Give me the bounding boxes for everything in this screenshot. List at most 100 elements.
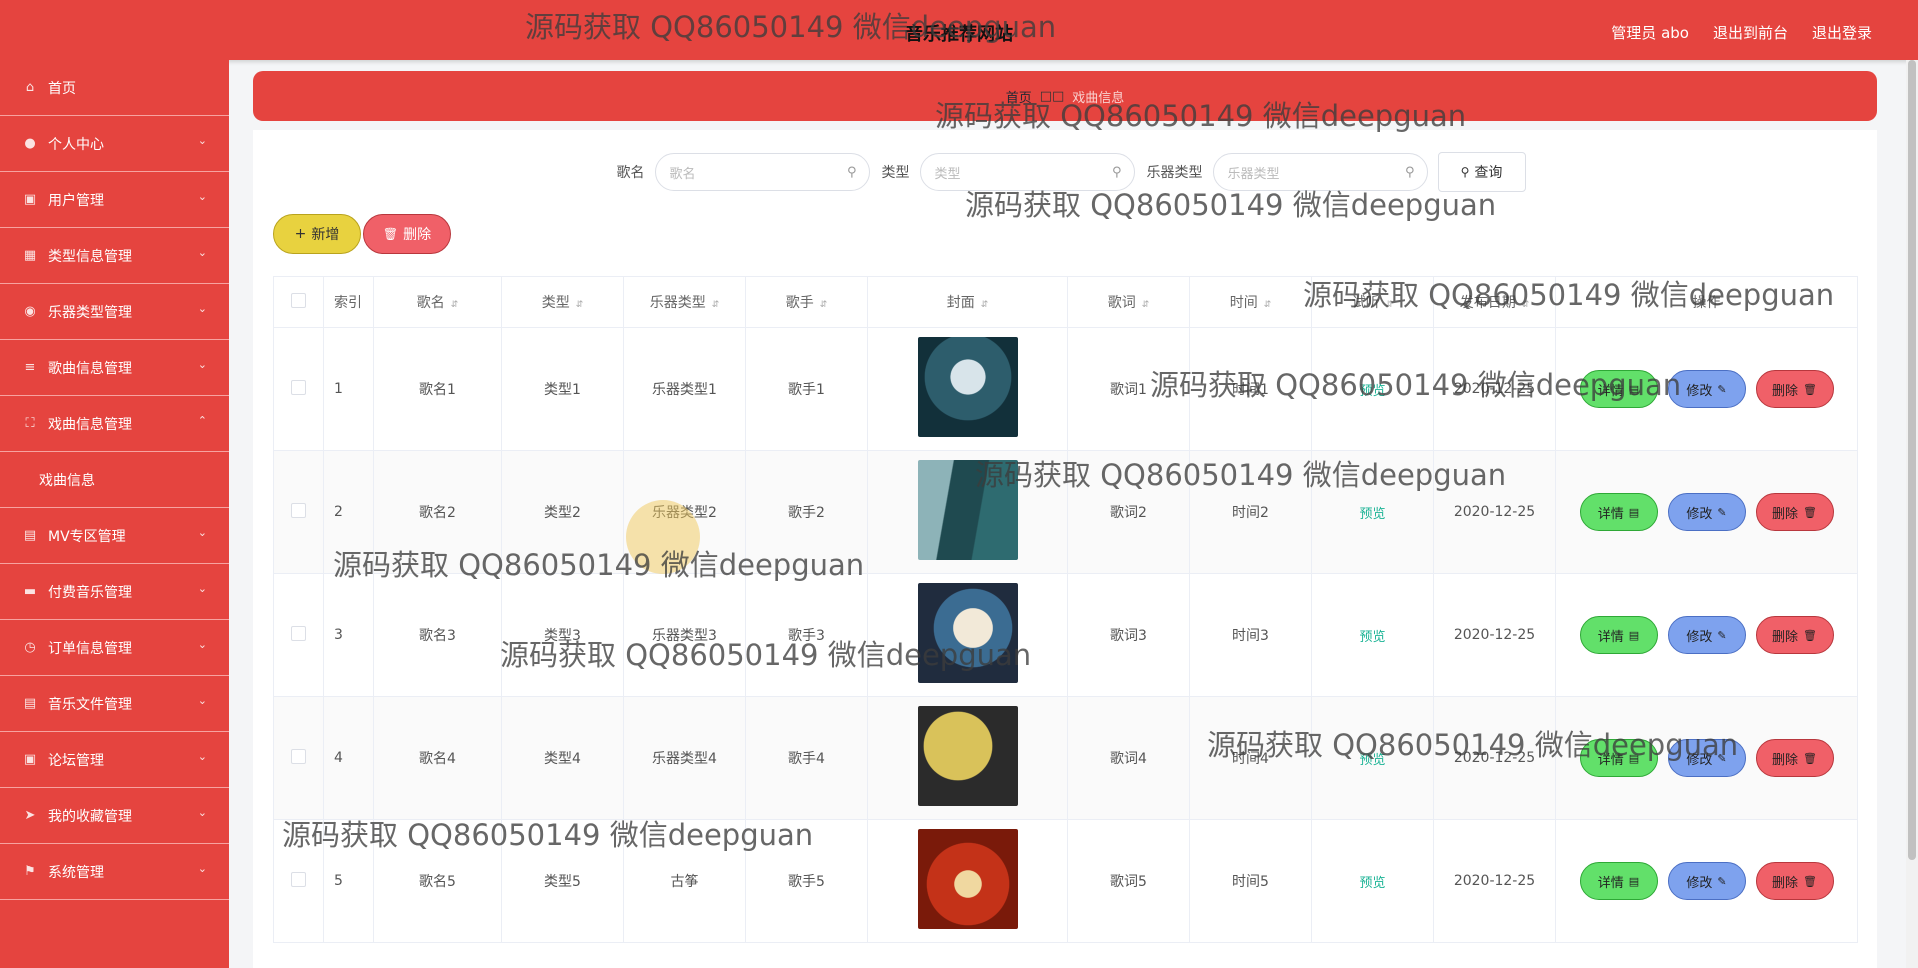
table-row: 4 歌名4 类型4 乐器类型4 歌手4 歌词4 时间4 预览 2020-12-25 详情 ▤ 修改 ✎ 删… [273, 696, 1858, 820]
edit-button[interactable]: 修改 ✎ [1667, 616, 1746, 654]
sidebar-item-4[interactable]: ◉ 乐器类型管理 ⌄ [0, 284, 229, 340]
preview-link[interactable]: 预览 [1359, 876, 1385, 891]
column-header[interactable]: 封面 ⇵ [867, 276, 1068, 328]
sidebar-item-label: MV专区管理 [48, 528, 126, 545]
sort-icon[interactable]: ⇵ [1264, 300, 1272, 310]
chevron-down-icon: ⌄ [197, 302, 207, 315]
batch-delete-button[interactable]: 🗑 删除 [363, 214, 451, 254]
sidebar-subitem-opera-info[interactable]: 戏曲信息 [0, 452, 229, 508]
column-header[interactable]: 歌词 ⇵ [1067, 276, 1190, 328]
select-all-checkbox[interactable] [273, 276, 324, 328]
column-header: 索引 [323, 276, 374, 328]
cursor-highlight [626, 500, 700, 574]
sort-icon[interactable]: ⇵ [981, 300, 989, 310]
sort-icon[interactable]: ⇵ [576, 300, 584, 310]
column-header[interactable]: 时间 ⇵ [1189, 276, 1312, 328]
delete-button[interactable]: 删除 🗑 [1755, 370, 1834, 408]
cover-image[interactable] [917, 706, 1018, 806]
cover-image[interactable] [917, 337, 1018, 437]
logout-link[interactable]: 退出登录 [1812, 22, 1872, 43]
row-checkbox[interactable] [273, 450, 324, 574]
query-button[interactable]: ⚲ 查询 [1437, 152, 1526, 192]
instrument-type-input[interactable]: 乐器类型 ⚲ [1212, 153, 1428, 191]
edit-button[interactable]: 修改 ✎ [1667, 370, 1746, 408]
sidebar-item-0[interactable]: ⌂ 首页 [0, 60, 229, 116]
row-checkbox[interactable] [273, 573, 324, 697]
chevron-down-icon: ⌄ [197, 694, 207, 707]
add-button[interactable]: + 新增 [273, 214, 361, 254]
preview-link[interactable]: 预览 [1359, 507, 1385, 522]
sort-icon[interactable]: ⇵ [1522, 300, 1530, 310]
sidebar-item-8[interactable]: ▬ 付费音乐管理 ⌄ [0, 564, 229, 620]
edit-button[interactable]: 修改 ✎ [1667, 493, 1746, 531]
sidebar-item-6[interactable]: ⛶ 戏曲信息管理 ⌃ [0, 396, 229, 452]
preview-link[interactable]: 预览 [1359, 630, 1385, 645]
cell-date: 2020-12-25 [1433, 696, 1556, 820]
page-scrollbar[interactable] [1906, 60, 1918, 968]
sidebar-item-12[interactable]: ➤ 我的收藏管理 ⌄ [0, 788, 229, 844]
chart-icon: ▦ [23, 247, 37, 263]
song-name-input[interactable]: 歌名 ⚲ [654, 153, 870, 191]
chevron-down-icon: ⌄ [197, 526, 207, 539]
cell-time: 时间4 [1189, 696, 1312, 820]
sort-icon[interactable]: ⇵ [1386, 300, 1394, 310]
detail-button[interactable]: 详情 ▤ [1579, 370, 1658, 408]
sidebar-item-10[interactable]: ▤ 音乐文件管理 ⌄ [0, 676, 229, 732]
breadcrumb-home[interactable]: 首页 [1006, 87, 1032, 106]
sidebar-item-13[interactable]: ⚑ 系统管理 ⌄ [0, 844, 229, 900]
cover-image[interactable] [917, 583, 1018, 683]
detail-button[interactable]: 详情 ▤ [1579, 493, 1658, 531]
cover-image[interactable] [917, 829, 1018, 929]
edit-button[interactable]: 修改 ✎ [1667, 739, 1746, 777]
cell-time: 时间5 [1189, 819, 1312, 943]
row-checkbox[interactable] [273, 327, 324, 451]
detail-button[interactable]: 详情 ▤ [1579, 862, 1658, 900]
chevron-down-icon: ⌄ [197, 806, 207, 819]
sidebar-item-5[interactable]: ≡ 歌曲信息管理 ⌄ [0, 340, 229, 396]
sort-icon[interactable]: ⇵ [712, 300, 720, 310]
cell-name: 歌名1 [373, 327, 502, 451]
cell-preview: 预览 [1311, 450, 1434, 574]
sidebar-item-7[interactable]: ▤ MV专区管理 ⌄ [0, 508, 229, 564]
detail-button[interactable]: 详情 ▤ [1579, 739, 1658, 777]
cover-image[interactable] [917, 460, 1018, 560]
column-header[interactable]: 试听 ⇵ [1311, 276, 1434, 328]
clock-icon: ◷ [24, 639, 36, 655]
plus-icon: + [294, 226, 307, 242]
preview-link[interactable]: 预览 [1359, 384, 1385, 399]
cell-name: 歌名5 [373, 819, 502, 943]
column-header[interactable]: 发布日期 ⇵ [1433, 276, 1556, 328]
sidebar-item-9[interactable]: ◷ 订单信息管理 ⌄ [0, 620, 229, 676]
to-front-link[interactable]: 退出到前台 [1713, 22, 1788, 43]
type-label: 类型 [881, 165, 910, 181]
column-header[interactable]: 歌手 ⇵ [745, 276, 868, 328]
trash-icon: 🗑 [1803, 874, 1817, 888]
delete-button[interactable]: 删除 🗑 [1755, 616, 1834, 654]
cell-time: 时间2 [1189, 450, 1312, 574]
row-checkbox[interactable] [273, 819, 324, 943]
sidebar-item-11[interactable]: ▣ 论坛管理 ⌄ [0, 732, 229, 788]
pencil-icon: ✎ [1717, 874, 1727, 888]
sort-icon[interactable]: ⇵ [820, 300, 828, 310]
row-index: 3 [323, 573, 374, 697]
edit-button[interactable]: 修改 ✎ [1667, 862, 1746, 900]
cell-actions: 详情 ▤ 修改 ✎ 删除 🗑 [1555, 696, 1858, 820]
column-header[interactable]: 类型 ⇵ [501, 276, 624, 328]
delete-button[interactable]: 删除 🗑 [1755, 493, 1834, 531]
column-header[interactable]: 歌名 ⇵ [373, 276, 502, 328]
sort-icon[interactable]: ⇵ [1142, 300, 1150, 310]
bar-chart-icon: ▤ [23, 527, 37, 543]
sidebar-item-2[interactable]: ▣ 用户管理 ⌄ [0, 172, 229, 228]
sort-icon[interactable]: ⇵ [451, 300, 459, 310]
type-input[interactable]: 类型 ⚲ [919, 153, 1135, 191]
sidebar-item-1[interactable]: ● 个人中心 ⌄ [0, 116, 229, 172]
row-checkbox[interactable] [273, 696, 324, 820]
delete-button[interactable]: 删除 🗑 [1755, 862, 1834, 900]
preview-link[interactable]: 预览 [1359, 753, 1385, 768]
detail-button[interactable]: 详情 ▤ [1579, 616, 1658, 654]
search-icon: ⚲ [1111, 165, 1122, 180]
column-header[interactable]: 乐器类型 ⇵ [623, 276, 746, 328]
row-index: 4 [323, 696, 374, 820]
delete-button[interactable]: 删除 🗑 [1755, 739, 1834, 777]
sidebar-item-3[interactable]: ▦ 类型信息管理 ⌄ [0, 228, 229, 284]
